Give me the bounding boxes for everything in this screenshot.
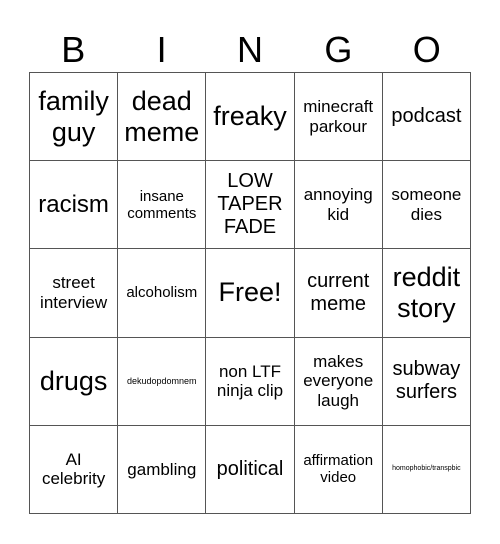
bingo-cell[interactable]: alcoholism	[118, 249, 207, 338]
bingo-cell[interactable]: current meme	[294, 249, 383, 338]
bingo-cell[interactable]: podcast	[382, 73, 471, 162]
bingo-cell[interactable]: insane comments	[118, 161, 207, 250]
bingo-cell[interactable]: someone dies	[382, 161, 471, 250]
header-letter-b: B	[61, 29, 86, 70]
header-letter-g: G	[324, 29, 353, 70]
bingo-cell[interactable]: AI celebrity	[30, 425, 119, 514]
bingo-cell[interactable]: subway surfers	[382, 337, 471, 426]
bingo-header: B I N G O	[29, 28, 471, 72]
bingo-cell[interactable]: street interview	[30, 249, 119, 338]
bingo-cell-free[interactable]: Free!	[206, 249, 295, 338]
bingo-grid: family guy dead meme freaky minecraft pa…	[29, 72, 471, 514]
bingo-cell[interactable]: dead meme	[118, 73, 207, 162]
bingo-cell[interactable]: freaky	[206, 73, 295, 162]
bingo-cell[interactable]: reddit story	[382, 249, 471, 338]
header-letter-n: N	[236, 29, 263, 70]
header-letter-o: O	[412, 29, 441, 70]
bingo-cell[interactable]: political	[206, 425, 295, 514]
bingo-cell[interactable]: drugs	[30, 337, 119, 426]
bingo-cell[interactable]: annoying kid	[294, 161, 383, 250]
bingo-cell[interactable]: LOW TAPER FADE	[206, 161, 295, 250]
bingo-cell[interactable]: affirmation video	[294, 425, 383, 514]
bingo-cell[interactable]: minecraft parkour	[294, 73, 383, 162]
bingo-cell[interactable]: makes everyone laugh	[294, 337, 383, 426]
header-letter-i: I	[156, 29, 167, 70]
bingo-cell[interactable]: gambling	[118, 425, 207, 514]
bingo-cell[interactable]: racism	[30, 161, 119, 250]
bingo-cell[interactable]: homophobic/transpbic	[382, 425, 471, 514]
bingo-cell[interactable]: dekudopdomnem	[118, 337, 207, 426]
bingo-cell[interactable]: family guy	[30, 73, 119, 162]
bingo-cell[interactable]: non LTF ninja clip	[206, 337, 295, 426]
